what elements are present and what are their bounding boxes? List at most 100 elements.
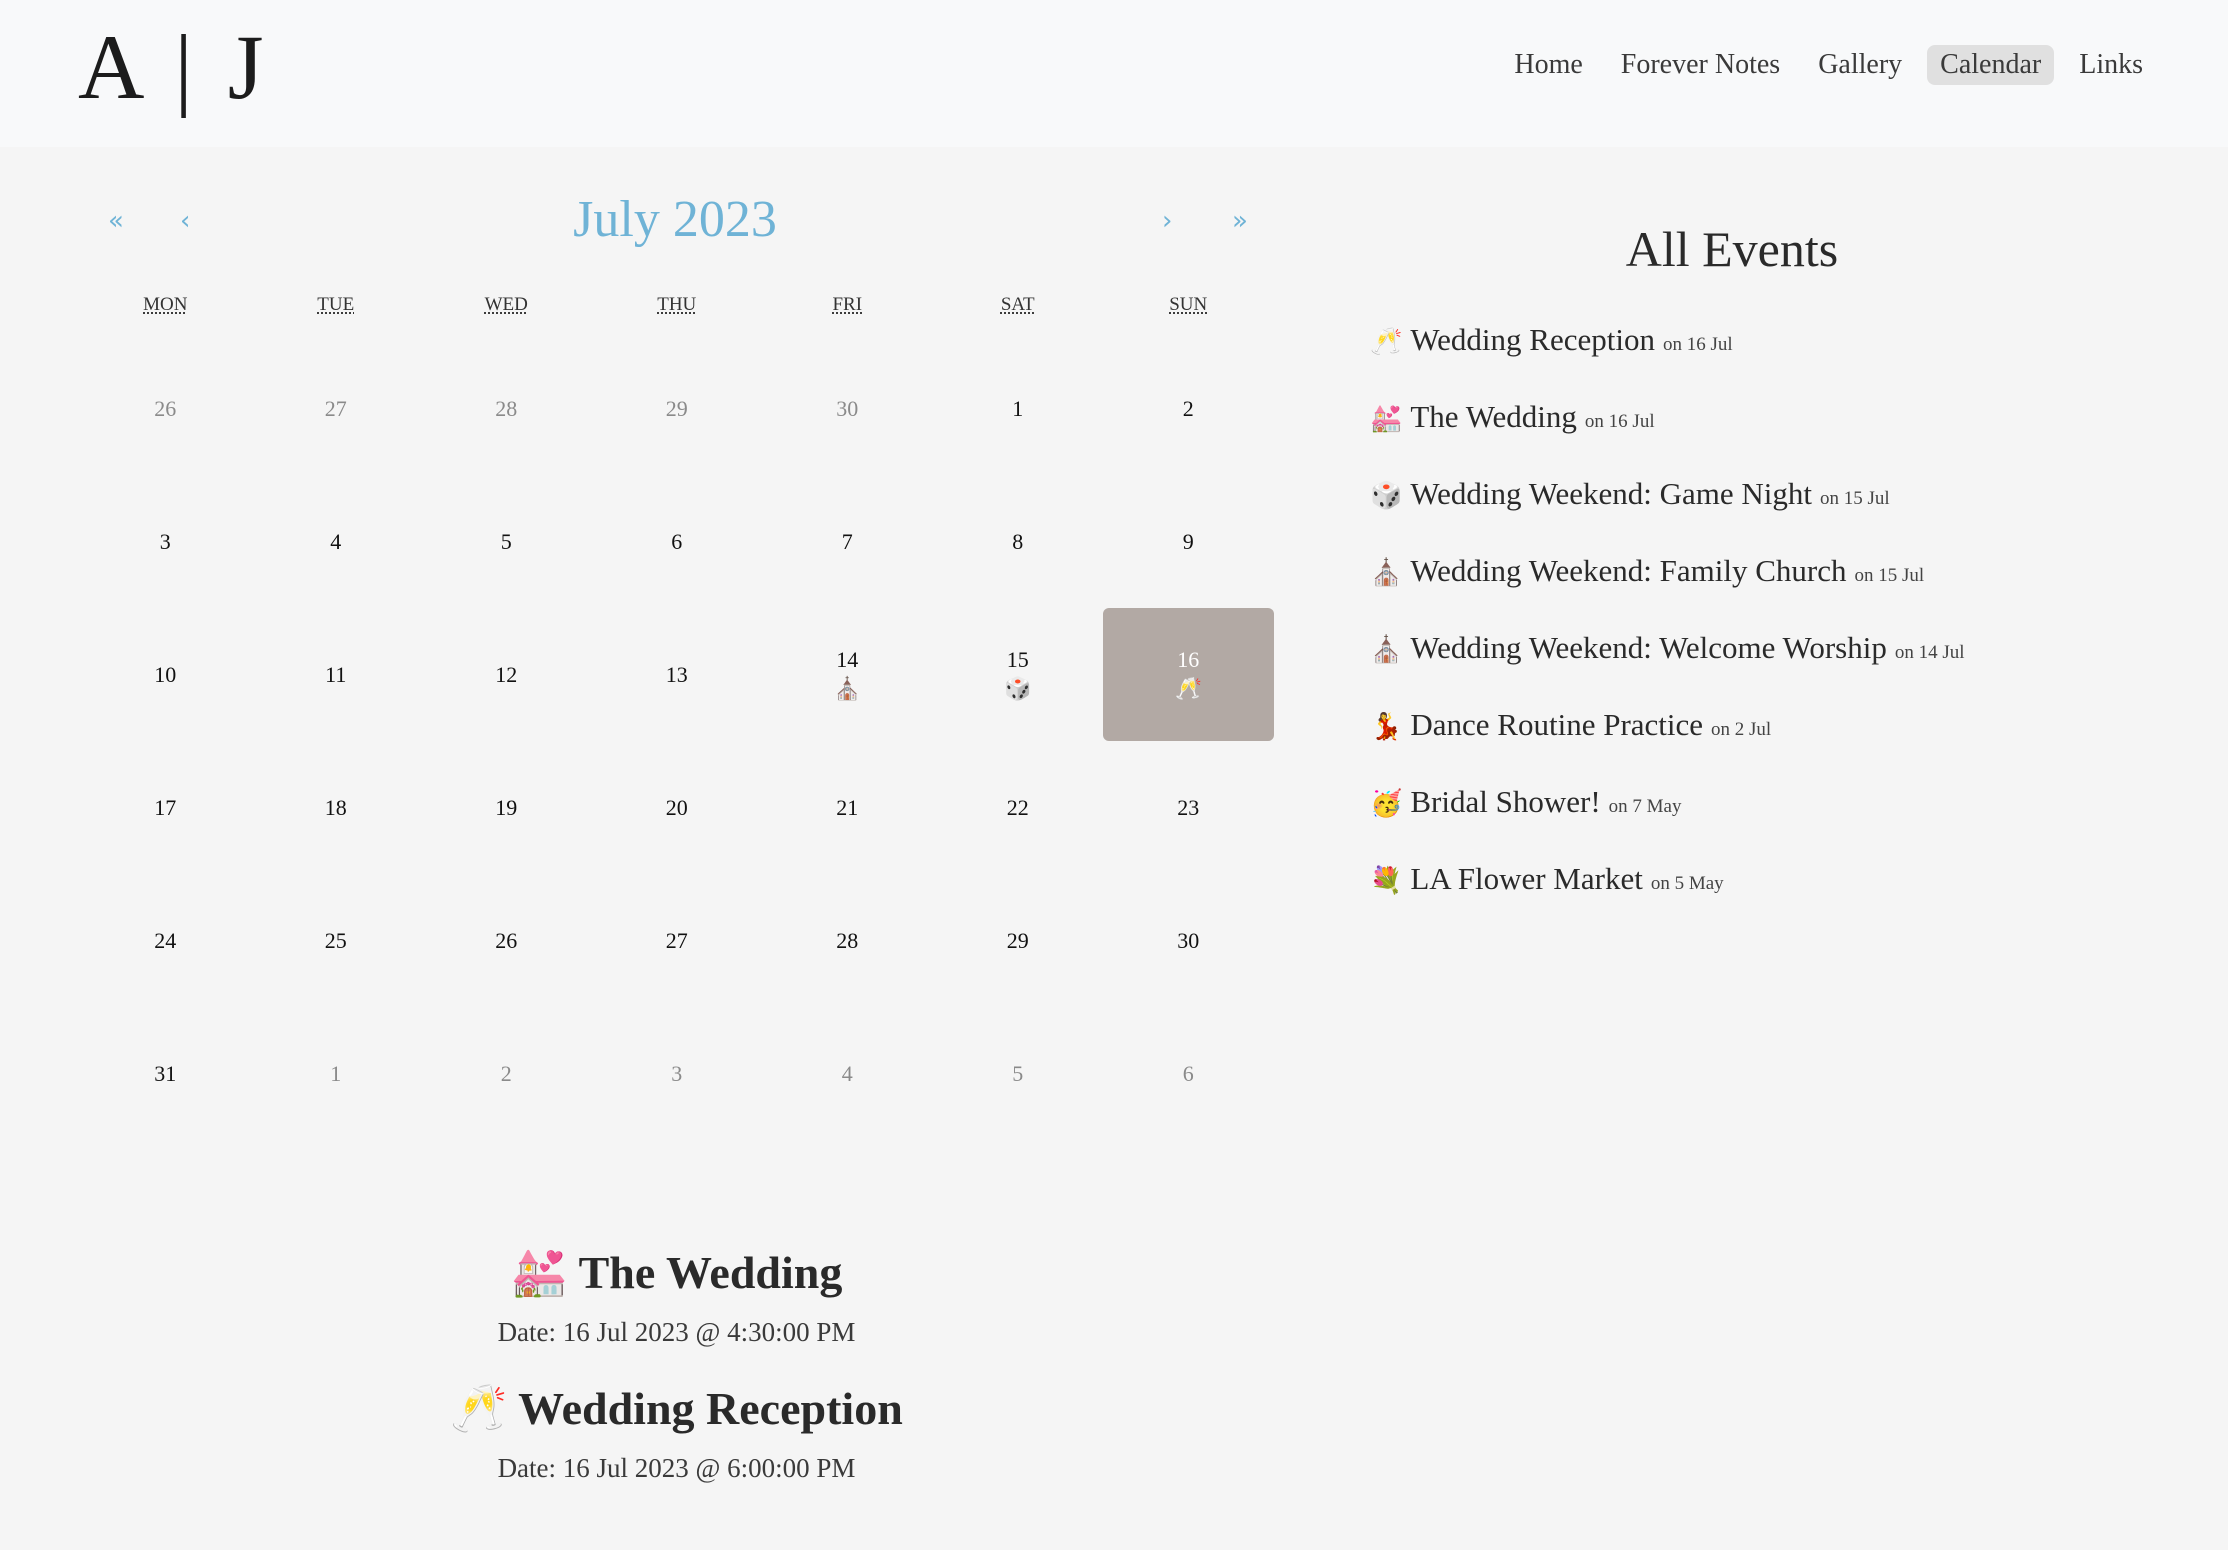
nav-links[interactable]: Links <box>2066 45 2156 85</box>
event-list-item[interactable]: 🎲 Wedding Weekend: Game Night on 15 Jul <box>1370 476 2170 553</box>
event-detail-title-text: Wedding Reception <box>518 1383 903 1434</box>
event-date: on 14 Jul <box>1894 642 1965 663</box>
day-cell[interactable]: 3 <box>80 475 251 608</box>
day-cell[interactable]: 4 <box>251 475 422 608</box>
day-cell[interactable]: 27 <box>592 874 763 1007</box>
next-month-button[interactable]: › <box>1162 206 1172 236</box>
church-icon[interactable]: ⛪ <box>834 677 861 703</box>
day-cell[interactable]: 28 <box>421 342 592 475</box>
day-cell[interactable]: 13 <box>592 608 763 741</box>
day-cell[interactable]: 6 <box>1103 1007 1274 1140</box>
day-grid: 26 27 28 29 30 1 2 3 4 5 6 7 8 9 10 11 12 13 14 ⛪ 15 🎲 16 🥂 17 18… <box>80 342 1274 1140</box>
day-cell[interactable]: 21 <box>762 741 933 874</box>
day-cell[interactable]: 2 <box>421 1007 592 1140</box>
day-cell[interactable]: 17 <box>80 741 251 874</box>
day-number: 14 <box>836 646 859 672</box>
day-number: 29 <box>665 395 688 421</box>
day-cell[interactable]: 27 <box>251 342 422 475</box>
day-number: 19 <box>495 794 518 820</box>
event-name: LA Flower Market <box>1410 861 1643 896</box>
weekday-header: MON TUE WED THU FRI SAT SUN <box>80 294 1273 316</box>
day-cell[interactable]: 1 <box>933 342 1104 475</box>
day-number: 18 <box>324 794 347 820</box>
day-cell[interactable]: 1 <box>251 1007 422 1140</box>
day-cell[interactable]: 6 <box>592 475 763 608</box>
day-cell[interactable]: 5 <box>421 475 592 608</box>
day-cell[interactable]: 2 <box>1103 342 1274 475</box>
calendar-navigation: « ‹ July 2023 › » <box>80 190 1280 260</box>
all-events-heading: All Events <box>1625 221 1839 277</box>
day-cell[interactable]: 31 <box>80 1007 251 1140</box>
chapel-icon: 💒 <box>510 1245 568 1299</box>
event-detail: 🥂 Wedding Reception Date: 16 Jul 2023 @ … <box>80 1376 1273 1484</box>
day-cell[interactable]: 20 <box>592 741 763 874</box>
day-cell[interactable]: 23 <box>1103 741 1274 874</box>
day-number: 29 <box>1006 927 1029 953</box>
nav-calendar[interactable]: Calendar <box>1927 45 2055 85</box>
day-cell[interactable]: 8 <box>933 475 1104 608</box>
day-cell[interactable]: 10 <box>80 608 251 741</box>
day-number: 6 <box>671 528 683 554</box>
day-cell[interactable]: 3 <box>592 1007 763 1140</box>
day-cell[interactable]: 18 <box>251 741 422 874</box>
selected-day-events: 💒 The Wedding Date: 16 Jul 2023 @ 4:30:0… <box>80 1240 1273 1512</box>
weekday-label: FRI <box>832 294 863 315</box>
event-list-item[interactable]: 💃 Dance Routine Practice on 2 Jul <box>1370 707 2170 784</box>
day-cell[interactable]: 30 <box>1103 874 1274 1007</box>
day-cell[interactable]: 16 🥂 <box>1103 608 1274 741</box>
day-number: 2 <box>500 1060 512 1086</box>
event-name: Wedding Weekend: Game Night <box>1410 476 1813 511</box>
event-list-item[interactable]: 💐 LA Flower Market on 5 May <box>1370 861 2170 938</box>
day-cell[interactable]: 14 ⛪ <box>762 608 933 741</box>
event-list-item[interactable]: 🥳 Bridal Shower! on 7 May <box>1370 784 2170 861</box>
event-list-item[interactable]: ⛪ Wedding Weekend: Welcome Worship on 14 J… <box>1370 630 2170 707</box>
day-cell[interactable]: 24 <box>80 874 251 1007</box>
events-list: 🥂 Wedding Reception on 16 Jul 💒 The Wedding o… <box>1370 322 2170 938</box>
dancer-icon: 💃 <box>1370 712 1403 742</box>
day-number: 3 <box>159 528 171 554</box>
day-cell[interactable]: 4 <box>762 1007 933 1140</box>
site-logo[interactable]: A | J <box>78 12 270 122</box>
event-detail-title-text: The Wedding <box>578 1247 843 1298</box>
day-cell[interactable]: 22 <box>933 741 1104 874</box>
church-icon: ⛪ <box>1370 558 1403 588</box>
day-cell[interactable]: 19 <box>421 741 592 874</box>
event-list-item[interactable]: ⛪ Wedding Weekend: Family Church on 15 Jul <box>1370 553 2170 630</box>
nav-forever-notes[interactable]: Forever Notes <box>1608 45 1793 85</box>
day-cell[interactable]: 11 <box>251 608 422 741</box>
day-cell[interactable]: 28 <box>762 874 933 1007</box>
day-cell[interactable]: 25 <box>251 874 422 1007</box>
weekday-label: MON <box>143 294 188 315</box>
event-detail-date: Date: 16 Jul 2023 @ 6:00:00 PM <box>497 1453 856 1483</box>
day-number: 10 <box>154 661 177 687</box>
day-cell[interactable]: 9 <box>1103 475 1274 608</box>
day-cell[interactable]: 15 🎲 <box>933 608 1104 741</box>
day-cell[interactable]: 12 <box>421 608 592 741</box>
event-detail: 💒 The Wedding Date: 16 Jul 2023 @ 4:30:0… <box>80 1240 1273 1348</box>
nav-home[interactable]: Home <box>1501 45 1595 85</box>
event-date: on 16 Jul <box>1584 411 1655 432</box>
event-date: on 15 Jul <box>1820 488 1890 509</box>
event-date: on 2 Jul <box>1711 719 1772 740</box>
next-year-button[interactable]: » <box>1232 206 1248 236</box>
day-cell[interactable]: 30 <box>762 342 933 475</box>
day-cell[interactable]: 29 <box>592 342 763 475</box>
day-cell[interactable]: 5 <box>933 1007 1104 1140</box>
day-cell[interactable]: 29 <box>933 874 1104 1007</box>
day-cell[interactable]: 7 <box>762 475 933 608</box>
nav-gallery[interactable]: Gallery <box>1805 45 1915 85</box>
day-cell[interactable]: 26 <box>421 874 592 1007</box>
day-number: 24 <box>154 927 177 953</box>
event-detail-title: 💒 The Wedding <box>80 1240 1273 1305</box>
event-list-item[interactable]: 🥂 Wedding Reception on 16 Jul <box>1370 322 2170 399</box>
month-label[interactable]: July 2023 <box>80 190 1270 249</box>
weekday-label: THU <box>657 294 697 315</box>
day-number: 27 <box>324 395 347 421</box>
champagne-icon[interactable]: 🥂 <box>1175 677 1202 703</box>
event-list-item[interactable]: 💒 The Wedding on 16 Jul <box>1370 399 2170 476</box>
day-number: 26 <box>154 395 177 421</box>
champagne-icon: 🥂 <box>1370 327 1403 357</box>
day-number: 2 <box>1182 395 1194 421</box>
dice-icon[interactable]: 🎲 <box>1004 677 1031 703</box>
day-cell[interactable]: 26 <box>80 342 251 475</box>
